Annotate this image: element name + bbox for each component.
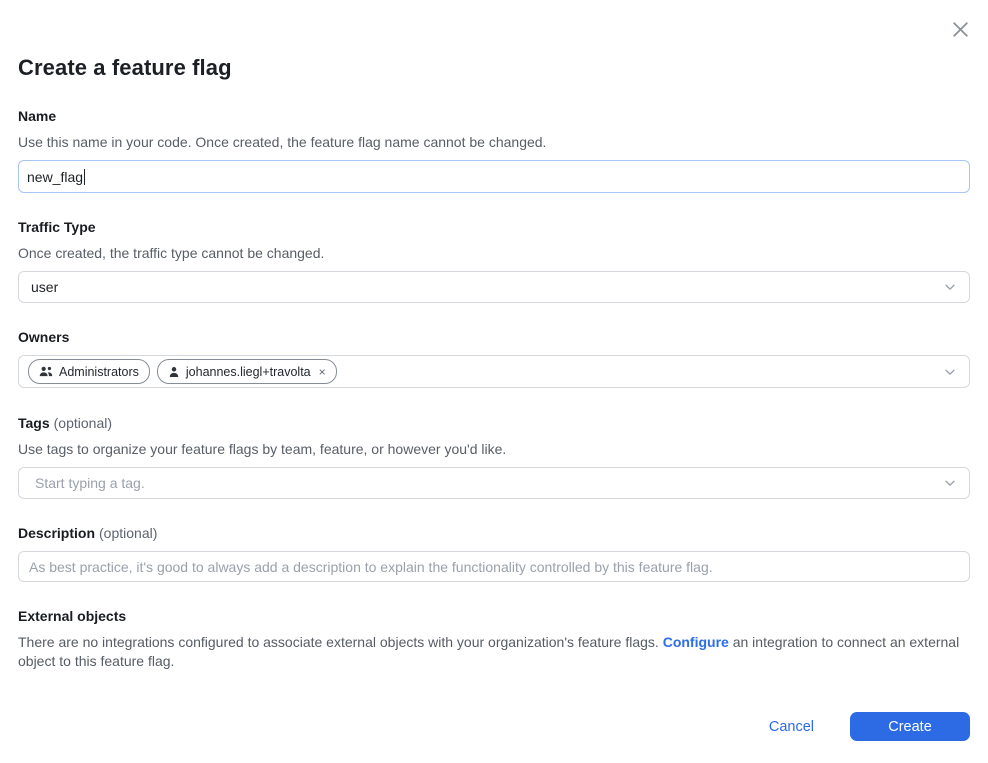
cancel-button[interactable]: Cancel bbox=[759, 713, 824, 741]
traffic-type-value: user bbox=[31, 279, 58, 295]
description-label: Description(optional) bbox=[18, 525, 970, 542]
traffic-type-select[interactable]: user bbox=[18, 271, 970, 303]
configure-link[interactable]: Configure bbox=[663, 634, 729, 650]
external-objects-label: External objects bbox=[18, 608, 970, 625]
owner-chip-label: Administrators bbox=[59, 365, 139, 379]
tags-label-text: Tags bbox=[18, 415, 50, 431]
external-objects-section: External objects There are no integratio… bbox=[18, 608, 970, 670]
description-label-text: Description bbox=[18, 525, 95, 541]
name-input[interactable]: new_flag bbox=[18, 160, 970, 193]
external-objects-text-before: There are no integrations configured to … bbox=[18, 634, 663, 650]
modal-footer: Cancel Create bbox=[18, 712, 970, 741]
create-feature-flag-modal: Create a feature flag Name Use this name… bbox=[0, 0, 988, 763]
owners-select[interactable]: Administrators johannes.liegl+travolta × bbox=[18, 355, 970, 388]
chevron-down-icon bbox=[943, 476, 957, 490]
tags-input-wrap bbox=[18, 467, 970, 499]
tags-optional-text: (optional) bbox=[54, 415, 112, 431]
create-button[interactable]: Create bbox=[850, 712, 970, 741]
description-optional-text: (optional) bbox=[99, 525, 157, 541]
text-caret bbox=[84, 169, 85, 185]
name-input-value: new_flag bbox=[27, 169, 83, 185]
external-objects-text: There are no integrations configured to … bbox=[18, 633, 970, 670]
owner-chip-user[interactable]: johannes.liegl+travolta × bbox=[157, 359, 337, 384]
user-icon bbox=[168, 366, 180, 378]
tags-section: Tags(optional) Use tags to organize your… bbox=[18, 415, 970, 499]
owner-chip-administrators[interactable]: Administrators bbox=[28, 359, 150, 384]
name-help-text: Use this name in your code. Once created… bbox=[18, 133, 970, 151]
tags-label: Tags(optional) bbox=[18, 415, 970, 432]
owners-section: Owners Administrators bbox=[18, 329, 970, 388]
description-section: Description(optional) bbox=[18, 525, 970, 582]
description-input[interactable] bbox=[18, 551, 970, 582]
chevron-down-icon bbox=[943, 280, 957, 294]
remove-chip-icon[interactable]: × bbox=[319, 366, 326, 378]
owners-chip-list: Administrators johannes.liegl+travolta × bbox=[28, 359, 337, 384]
close-button[interactable] bbox=[947, 16, 973, 42]
tags-input[interactable] bbox=[19, 468, 943, 498]
traffic-type-help-text: Once created, the traffic type cannot be… bbox=[18, 244, 970, 262]
traffic-type-section: Traffic Type Once created, the traffic t… bbox=[18, 219, 970, 303]
name-field-section: Name Use this name in your code. Once cr… bbox=[18, 108, 970, 193]
close-icon bbox=[950, 19, 971, 40]
owners-label: Owners bbox=[18, 329, 970, 346]
traffic-type-label: Traffic Type bbox=[18, 219, 970, 236]
owner-chip-label: johannes.liegl+travolta bbox=[186, 365, 311, 379]
modal-title: Create a feature flag bbox=[18, 0, 970, 81]
group-icon bbox=[39, 366, 53, 377]
name-label: Name bbox=[18, 108, 970, 125]
tags-help-text: Use tags to organize your feature flags … bbox=[18, 440, 970, 458]
chevron-down-icon bbox=[943, 365, 957, 379]
